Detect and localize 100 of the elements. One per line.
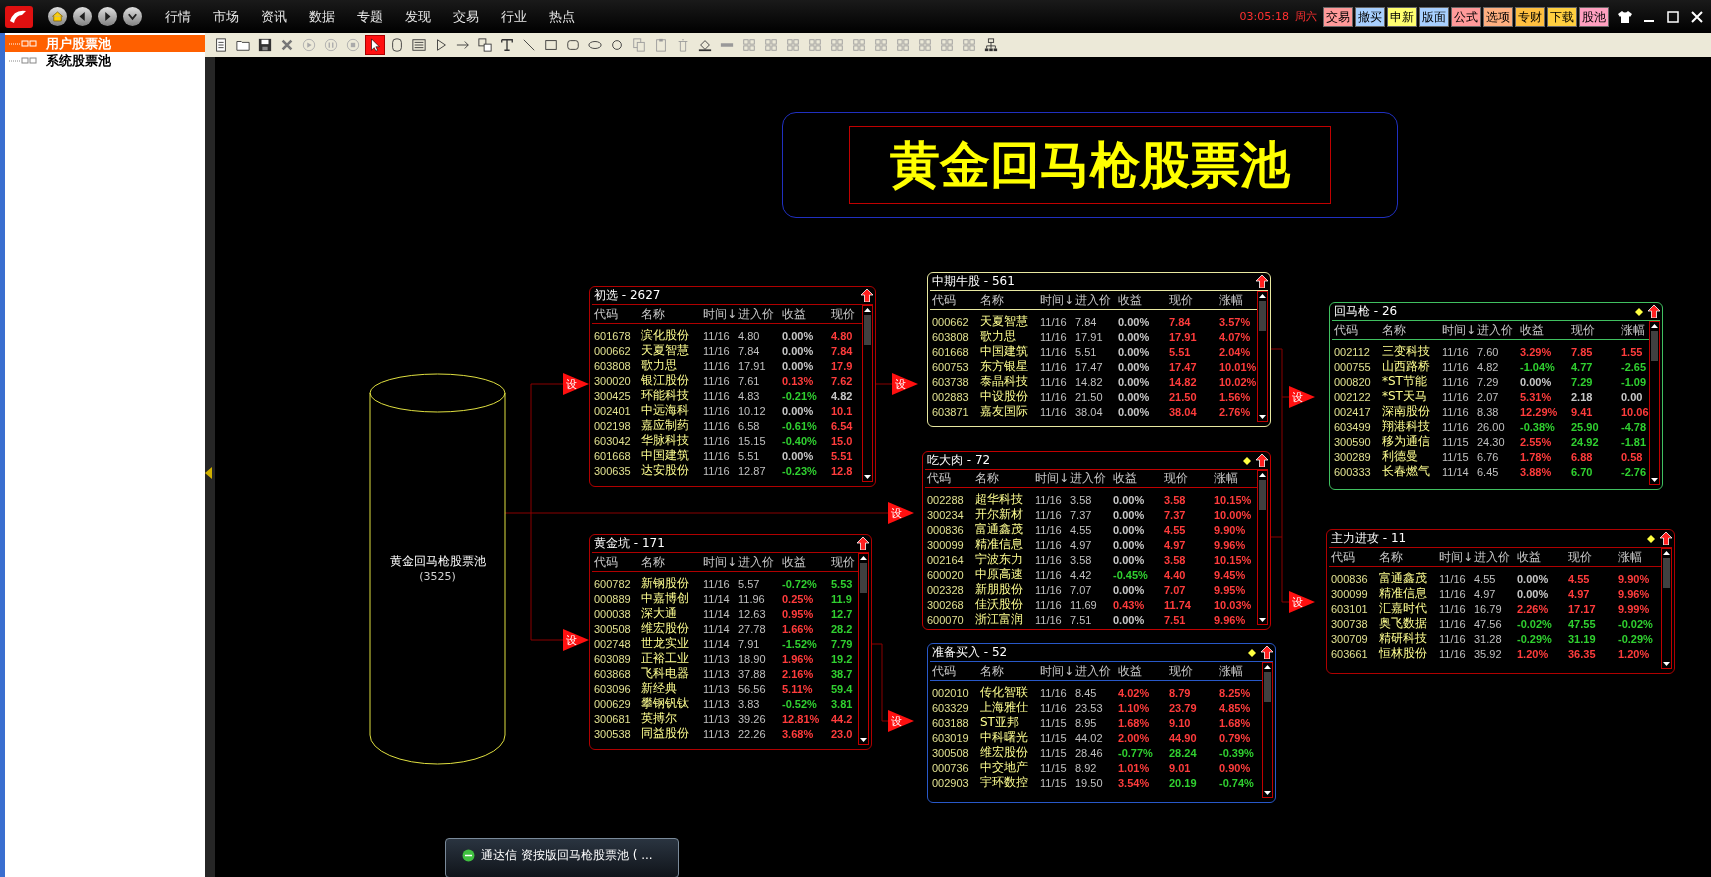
column-header[interactable]: 现价 — [1162, 470, 1212, 487]
column-header[interactable]: 进入价 — [1475, 321, 1518, 339]
scroll-up-icon[interactable] — [863, 306, 872, 314]
column-header[interactable]: 现价 — [1167, 662, 1217, 680]
column-header[interactable]: 涨幅 — [1616, 548, 1661, 566]
scroll-up-icon[interactable] — [1258, 471, 1267, 479]
column-header[interactable]: 代码 — [592, 305, 639, 323]
down-icon[interactable] — [123, 7, 142, 26]
shortcut-button[interactable]: 选项 — [1483, 6, 1513, 27]
column-header[interactable]: 涨幅 — [1217, 291, 1257, 309]
column-header[interactable]: 收益 — [780, 305, 829, 323]
scroll-up-icon[interactable] — [859, 554, 868, 562]
set-arrow-button[interactable]: 设 — [563, 629, 589, 651]
column-header[interactable]: 名称 — [978, 291, 1038, 309]
column-header[interactable]: 进入价 — [1472, 548, 1515, 566]
scrollbar[interactable] — [1262, 662, 1273, 798]
menu-item[interactable]: 市场 — [202, 7, 250, 26]
scrollbar[interactable] — [858, 553, 869, 745]
shortcut-button[interactable]: 版面 — [1419, 6, 1449, 27]
up-arrow-icon[interactable] — [1660, 532, 1672, 545]
scrollbar[interactable] — [1257, 291, 1268, 422]
home-icon[interactable] — [48, 7, 67, 26]
menu-item[interactable]: 数据 — [298, 7, 346, 26]
column-header[interactable]: 现价 — [829, 553, 858, 571]
column-header[interactable]: 进入价 — [1068, 470, 1111, 487]
set-arrow-button[interactable]: 设 — [1289, 591, 1315, 613]
up-arrow-icon[interactable] — [857, 537, 869, 550]
shortcut-button[interactable]: 交易 — [1323, 6, 1353, 27]
column-header[interactable]: 涨幅 — [1619, 321, 1649, 339]
back-icon[interactable] — [73, 7, 92, 26]
scroll-thumb[interactable] — [1663, 558, 1670, 588]
column-header[interactable]: 时间↓ — [1440, 321, 1475, 339]
column-header[interactable]: 代码 — [925, 470, 973, 487]
scrollbar[interactable] — [1661, 548, 1672, 669]
scroll-down-icon[interactable] — [1258, 616, 1267, 624]
column-header[interactable]: 时间↓ — [1038, 291, 1073, 309]
menu-item[interactable]: 行业 — [490, 7, 538, 26]
up-arrow-icon[interactable] — [1648, 305, 1660, 318]
set-arrow-button[interactable]: 设 — [888, 710, 914, 732]
shortcut-button[interactable]: 股池 — [1579, 6, 1609, 27]
column-header[interactable]: 名称 — [639, 305, 701, 323]
shortcut-button[interactable]: 申新 — [1387, 6, 1417, 27]
column-header[interactable]: 名称 — [973, 470, 1033, 487]
column-header[interactable]: 进入价 — [736, 553, 780, 571]
set-arrow-button[interactable]: 设 — [563, 373, 589, 395]
column-header[interactable]: 时间↓ — [1437, 548, 1472, 566]
column-header[interactable]: 收益 — [1518, 321, 1569, 339]
set-arrow-button[interactable]: 设 — [892, 373, 918, 395]
column-header[interactable]: 名称 — [1380, 321, 1440, 339]
scroll-down-icon[interactable] — [859, 736, 868, 744]
menu-item[interactable]: 热点 — [538, 7, 586, 26]
column-header[interactable]: 收益 — [780, 553, 829, 571]
scroll-down-icon[interactable] — [1263, 789, 1272, 797]
column-header[interactable]: 涨幅 — [1217, 662, 1262, 680]
column-header[interactable]: 代码 — [930, 662, 978, 680]
column-header[interactable]: 代码 — [1332, 321, 1380, 339]
maximize-icon[interactable] — [1665, 9, 1681, 24]
column-header[interactable]: 收益 — [1116, 291, 1167, 309]
close-icon[interactable] — [1689, 9, 1705, 24]
scroll-down-icon[interactable] — [1650, 476, 1659, 484]
shortcut-button[interactable]: 公式 — [1451, 6, 1481, 27]
scroll-down-icon[interactable] — [863, 473, 872, 481]
column-header[interactable]: 进入价 — [1073, 291, 1116, 309]
scroll-down-icon[interactable] — [1662, 660, 1671, 668]
shortcut-button[interactable]: 专财 — [1515, 6, 1545, 27]
scrollbar[interactable] — [1649, 321, 1660, 485]
column-header[interactable]: 名称 — [1377, 548, 1437, 566]
menu-item[interactable]: 资讯 — [250, 7, 298, 26]
scroll-thumb[interactable] — [860, 563, 867, 593]
scroll-up-icon[interactable] — [1263, 663, 1272, 671]
up-arrow-icon[interactable] — [1261, 646, 1273, 659]
forward-icon[interactable] — [98, 7, 117, 26]
scroll-thumb[interactable] — [1651, 331, 1658, 361]
scrollbar[interactable] — [1257, 470, 1268, 625]
set-arrow-button[interactable]: 设 — [888, 502, 914, 524]
column-header[interactable]: 进入价 — [736, 305, 780, 323]
column-header[interactable]: 现价 — [829, 305, 862, 323]
up-arrow-icon[interactable] — [1256, 454, 1268, 467]
scroll-thumb[interactable] — [1264, 672, 1271, 702]
scroll-thumb[interactable] — [864, 315, 871, 345]
column-header[interactable]: 代码 — [930, 291, 978, 309]
scroll-up-icon[interactable] — [1650, 322, 1659, 330]
menu-item[interactable]: 行情 — [154, 7, 202, 26]
menu-item[interactable]: 发现 — [394, 7, 442, 26]
shirt-icon[interactable] — [1617, 9, 1633, 24]
pointer-icon[interactable] — [365, 35, 385, 55]
column-header[interactable]: 收益 — [1515, 548, 1566, 566]
scroll-thumb[interactable] — [1259, 480, 1266, 510]
menu-item[interactable]: 专题 — [346, 7, 394, 26]
shortcut-button[interactable]: 下载 — [1547, 6, 1577, 27]
column-header[interactable]: 时间↓ — [701, 553, 736, 571]
scroll-up-icon[interactable] — [1258, 292, 1267, 300]
column-header[interactable]: 现价 — [1566, 548, 1616, 566]
group-icon[interactable] — [475, 35, 495, 55]
column-header[interactable]: 时间↓ — [1033, 470, 1068, 487]
scroll-up-icon[interactable] — [1662, 549, 1671, 557]
tree-item[interactable]: 系统股票池 — [5, 52, 205, 69]
column-header[interactable]: 时间↓ — [701, 305, 736, 323]
column-header[interactable]: 名称 — [639, 553, 701, 571]
shortcut-button[interactable]: 撤买 — [1355, 6, 1385, 27]
